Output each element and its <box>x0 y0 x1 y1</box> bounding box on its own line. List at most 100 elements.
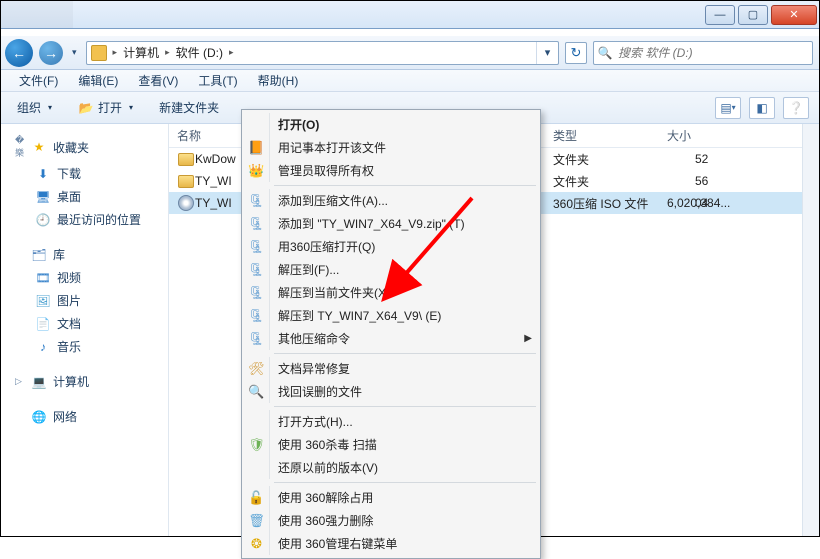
video-icon: 🎞 <box>35 270 51 286</box>
address-bar[interactable]: ▸ 计算机 ▸ 软件 (D:) ▸ ▾ <box>86 41 559 65</box>
help-button[interactable]: ❔ <box>783 97 809 119</box>
col-size[interactable]: 大小 <box>667 127 819 144</box>
ctx-doc-repair[interactable]: 🛠文档异常修复 <box>244 357 538 380</box>
sidebar-desktop[interactable]: 🖥桌面 <box>1 185 168 208</box>
star-icon: ★ <box>31 139 47 155</box>
date-fragment: 56 <box>695 174 708 188</box>
libraries-group[interactable]: 🗂库 <box>1 243 168 266</box>
breadcrumb-computer[interactable]: 计算机 <box>119 44 163 61</box>
file-type: 360压缩 ISO 文件 <box>553 195 667 212</box>
folder-icon <box>178 175 194 188</box>
search-box[interactable]: 🔍 <box>593 41 813 65</box>
file-type: 文件夹 <box>553 151 667 168</box>
new-folder-label: 新建文件夹 <box>159 99 219 116</box>
minimize-button[interactable]: — <box>705 5 735 25</box>
favorites-group[interactable]: �樂★收藏夹 <box>1 132 168 162</box>
ctx-extract-to[interactable]: 🗜解压到(F)... <box>244 258 538 281</box>
music-icon: ♪ <box>35 339 51 355</box>
delete-icon: 🗑 <box>247 512 267 530</box>
computer-group[interactable]: ▷💻计算机 <box>1 370 168 393</box>
shield-icon: 🛡 <box>247 436 267 454</box>
menu-view[interactable]: 查看(V) <box>130 70 186 91</box>
menu-edit[interactable]: 编辑(E) <box>70 70 126 91</box>
address-dropdown[interactable]: ▾ <box>536 42 558 64</box>
preview-pane-button[interactable]: ◧ <box>749 97 775 119</box>
submenu-arrow-icon: ▶ <box>524 333 538 344</box>
forward-button[interactable]: → <box>39 41 63 65</box>
new-folder-button[interactable]: 新建文件夹 <box>153 95 225 120</box>
extract-icon: 🗜 <box>247 284 267 302</box>
archive-icon: 🗜 <box>247 238 267 256</box>
ctx-360-manage-menu[interactable]: ❂使用 360管理右键菜单 <box>244 532 538 555</box>
file-size: 6,020,384... <box>667 196 819 210</box>
iso-icon <box>178 195 194 211</box>
view-mode-button[interactable]: ▤ ▾ <box>715 97 741 119</box>
open-button[interactable]: 📂 打开 ▾ <box>72 95 139 120</box>
computer-icon: 💻 <box>31 374 47 390</box>
repair-icon: 🛠 <box>247 360 267 378</box>
network-group[interactable]: 🌐网络 <box>1 405 168 428</box>
extract-icon: 🗜 <box>247 307 267 325</box>
chevron-down-icon: ▾ <box>45 103 52 112</box>
favorites-label: 收藏夹 <box>53 139 89 156</box>
search-icon: 🔍 <box>247 383 267 401</box>
library-icon: 🗂 <box>31 247 47 263</box>
sidebar-recent[interactable]: 🕘最近访问的位置 <box>1 208 168 231</box>
navigation-row: ← → ▾ ▸ 计算机 ▸ 软件 (D:) ▸ ▾ ↻ 🔍 <box>1 36 819 70</box>
ctx-open[interactable]: 打开(O) <box>244 113 538 136</box>
sidebar-pictures[interactable]: 🖼图片 <box>1 289 168 312</box>
breadcrumb-drive-d[interactable]: 软件 (D:) <box>172 44 227 61</box>
col-type[interactable]: 类型 <box>553 127 667 144</box>
desktop-icon: 🖥 <box>35 189 51 205</box>
sidebar-downloads[interactable]: ⬇下载 <box>1 162 168 185</box>
ctx-open-notepad[interactable]: 📙用记事本打开该文件 <box>244 136 538 159</box>
extract-icon: 🗜 <box>247 261 267 279</box>
sidebar-documents[interactable]: 📄文档 <box>1 312 168 335</box>
ctx-undelete[interactable]: 🔍找回误删的文件 <box>244 380 538 403</box>
menu-help[interactable]: 帮助(H) <box>250 70 307 91</box>
drive-icon <box>91 45 107 61</box>
ctx-360-scan[interactable]: 🛡使用 360杀毒 扫描 <box>244 433 538 456</box>
sidebar-music[interactable]: ♪音乐 <box>1 335 168 358</box>
notepad-icon: 📙 <box>247 139 267 157</box>
ctx-360-force-delete[interactable]: 🗑使用 360强力删除 <box>244 509 538 532</box>
ctx-open-360zip[interactable]: 🗜用360压缩打开(Q) <box>244 235 538 258</box>
scrollbar[interactable] <box>802 124 819 536</box>
navigation-pane: �樂★收藏夹 ⬇下载 🖥桌面 🕘最近访问的位置 🗂库 🎞视频 🖼图片 📄文档 ♪… <box>1 124 169 536</box>
ctx-admin-own[interactable]: 👑管理员取得所有权 <box>244 159 538 182</box>
ctx-extract-named[interactable]: 🗜解压到 TY_WIN7_X64_V9\ (E) <box>244 304 538 327</box>
close-button[interactable]: ✕ <box>771 5 817 25</box>
ctx-open-with[interactable]: 打开方式(H)... <box>244 410 538 433</box>
ctx-add-zip[interactable]: 🗜添加到 "TY_WIN7_X64_V9.zip" (T) <box>244 212 538 235</box>
chevron-right-icon[interactable]: ▸ <box>227 47 236 58</box>
360-icon: ❂ <box>247 535 267 553</box>
refresh-button[interactable]: ↻ <box>565 42 587 64</box>
network-icon: 🌐 <box>31 409 47 425</box>
back-button[interactable]: ← <box>5 39 33 67</box>
ctx-other-compress[interactable]: 🗜其他压缩命令▶ <box>244 327 538 350</box>
chevron-right-icon[interactable]: ▸ <box>163 47 172 58</box>
maximize-button[interactable]: ▢ <box>738 5 768 25</box>
window-titlebar: — ▢ ✕ <box>1 1 819 29</box>
ctx-360-unlock[interactable]: 🔓使用 360解除占用 <box>244 486 538 509</box>
archive-icon: 🗜 <box>247 330 267 348</box>
search-input[interactable] <box>616 45 812 61</box>
chevron-down-icon: ▾ <box>126 103 133 112</box>
menu-tools[interactable]: 工具(T) <box>190 70 245 91</box>
ctx-extract-here[interactable]: 🗜解压到当前文件夹(X) <box>244 281 538 304</box>
ctx-add-archive[interactable]: 🗜添加到压缩文件(A)... <box>244 189 538 212</box>
sidebar-videos[interactable]: 🎞视频 <box>1 266 168 289</box>
organize-button[interactable]: 组织 ▾ <box>11 95 58 120</box>
recent-icon: 🕘 <box>35 212 51 228</box>
open-icon: 📂 <box>78 100 94 116</box>
archive-icon: 🗜 <box>247 192 267 210</box>
chevron-right-icon[interactable]: ▸ <box>111 47 120 58</box>
download-icon: ⬇ <box>35 166 51 182</box>
menu-file[interactable]: 文件(F) <box>11 70 66 91</box>
archive-icon: 🗜 <box>247 215 267 233</box>
ctx-restore-version[interactable]: 还原以前的版本(V) <box>244 456 538 479</box>
date-fragment: 04 <box>695 196 708 210</box>
picture-icon: 🖼 <box>35 293 51 309</box>
organize-label: 组织 <box>17 99 41 116</box>
nav-history-dropdown[interactable]: ▾ <box>69 47 80 58</box>
